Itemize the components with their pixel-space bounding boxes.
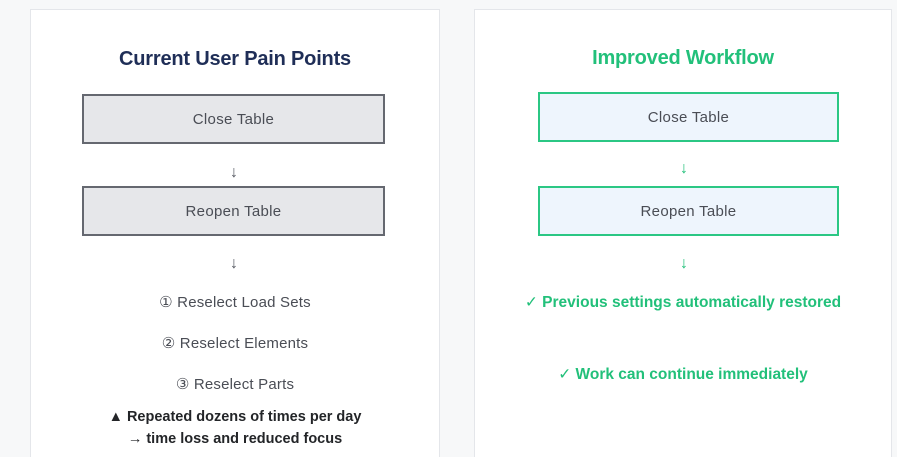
down-arrow-icon: ↓ [680,255,688,272]
down-arrow-icon: ↓ [680,160,688,177]
reopen-table-step: Reopen Table [82,186,385,236]
work-continues-benefit: ✓ Work can continue immediately [558,366,808,383]
down-arrow-icon: ↓ [230,255,238,272]
close-table-step: Close Table [538,92,839,142]
reselect-parts-step: ③ Reselect Parts [175,376,295,393]
improved-workflow-title: Improved Workflow [592,47,774,69]
warning-note: ▲ Repeated dozens of times per day → tim… [31,406,439,450]
settings-restored-benefit: ✓ Previous settings automatically restor… [524,294,842,311]
down-arrow-icon: ↓ [230,164,238,181]
reselect-elements-step: ② Reselect Elements [161,335,309,352]
warning-line-2: → time loss and reduced focus [127,431,343,447]
reselect-load-sets-step: ① Reselect Load Sets [159,294,311,311]
improved-workflow-panel: Improved Workflow Close Table ↓ Reopen T… [474,9,892,457]
warning-line-1: ▲ Repeated dozens of times per day [108,409,362,425]
pain-points-title: Current User Pain Points [119,48,351,70]
pain-points-panel: Current User Pain Points Close Table ↓ R… [30,9,440,457]
close-table-step: Close Table [82,94,385,144]
reopen-table-step: Reopen Table [538,186,839,236]
